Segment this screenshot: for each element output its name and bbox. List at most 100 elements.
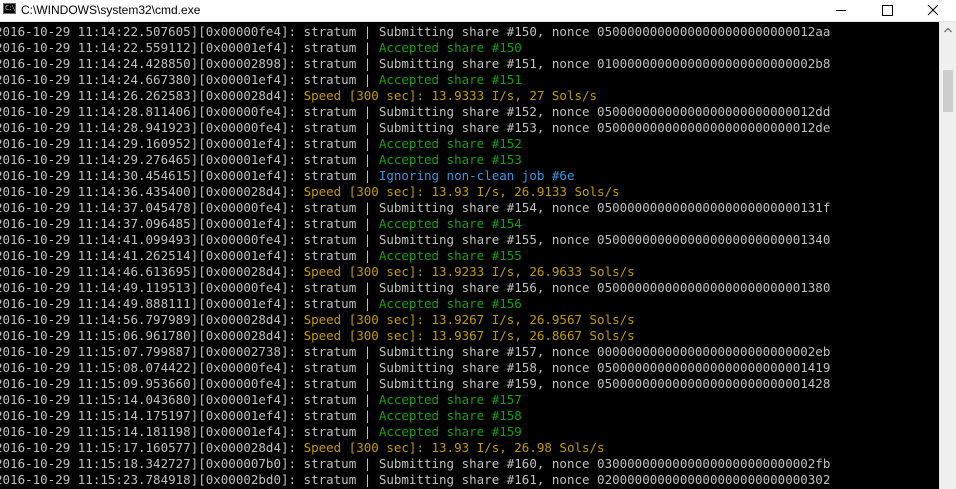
log-prefix: 2016-10-29 11:15:08.074422][0x00000fe4]:… [0, 360, 379, 375]
log-prefix: 2016-10-29 11:14:26.262583][0x000028d4]: [0, 88, 304, 103]
console-line: 2016-10-29 11:15:18.342727][0x000007b0]:… [0, 456, 830, 472]
console-line: 2016-10-29 11:14:46.613695][0x000028d4]:… [0, 264, 830, 280]
maximize-icon [882, 5, 893, 16]
scroll-up-arrow-icon [944, 27, 952, 33]
scroll-thumb[interactable] [943, 70, 953, 113]
log-prefix: 2016-10-29 11:15:14.043680][0x00001ef4]:… [0, 392, 379, 407]
console-line: 2016-10-29 11:14:37.096485][0x00001ef4]:… [0, 216, 830, 232]
log-prefix: 2016-10-29 11:15:07.799887][0x00002738]:… [0, 344, 379, 359]
console-line: 2016-10-29 11:14:56.797989][0x000028d4]:… [0, 312, 830, 328]
log-message: Submitting share #157, nonce 00000000000… [378, 344, 831, 359]
console-line: 2016-10-29 11:15:06.961780][0x000028d4]:… [0, 328, 830, 344]
log-prefix: 2016-10-29 11:15:18.342727][0x000007b0]:… [0, 456, 379, 471]
console-line: 2016-10-29 11:14:26.262583][0x000028d4]:… [0, 88, 830, 104]
log-prefix: 2016-10-29 11:14:56.797989][0x000028d4]: [0, 312, 304, 327]
console-line: 2016-10-29 11:15:08.074422][0x00000fe4]:… [0, 360, 830, 376]
log-message: Submitting share #160, nonce 03000000000… [378, 456, 831, 471]
log-prefix: 2016-10-29 11:14:49.119513][0x00000fe4]:… [0, 280, 379, 295]
log-prefix: 2016-10-29 11:14:46.613695][0x000028d4]: [0, 264, 304, 279]
log-message: Accepted share #150 [378, 40, 522, 55]
log-message: Submitting share #156, nonce 05000000000… [378, 280, 831, 295]
console-line: 2016-10-29 11:14:29.276465][0x00001ef4]:… [0, 152, 830, 168]
console-line: 2016-10-29 11:14:29.160952][0x00001ef4]:… [0, 136, 830, 152]
console-line: 2016-10-29 11:15:14.043680][0x00001ef4]:… [0, 392, 830, 408]
log-message: Submitting share #158, nonce 05000000000… [378, 360, 831, 375]
console-line: 2016-10-29 11:14:41.262514][0x00001ef4]:… [0, 248, 830, 264]
log-message: Accepted share #153 [378, 152, 522, 167]
log-message: Accepted share #159 [378, 424, 522, 439]
log-message: Accepted share #156 [378, 296, 522, 311]
log-message: Speed [300 sec]: 13.93 I/s, 26.9133 Sols… [303, 184, 620, 199]
log-message: Submitting share #161, nonce 02000000000… [378, 472, 831, 487]
log-message: Accepted share #157 [378, 392, 522, 407]
console-line: 2016-10-29 11:15:14.181198][0x00001ef4]:… [0, 424, 830, 440]
minimize-button[interactable] [818, 0, 864, 21]
console-line: 2016-10-29 11:14:49.119513][0x00000fe4]:… [0, 280, 830, 296]
console-line: 2016-10-29 11:15:14.175197][0x00001ef4]:… [0, 408, 830, 424]
console-line: 2016-10-29 11:14:24.428850][0x00002898]:… [0, 56, 830, 72]
console-line: 2016-10-29 11:15:09.953660][0x00000fe4]:… [0, 376, 830, 392]
log-prefix: 2016-10-29 11:14:37.045478][0x00000fe4]:… [0, 200, 379, 215]
log-message: Speed [300 sec]: 13.9233 I/s, 26.9633 So… [303, 264, 635, 279]
console-line: 2016-10-29 11:15:07.799887][0x00002738]:… [0, 344, 830, 360]
log-message: Accepted share #155 [378, 248, 522, 263]
console-lines: 2016-10-29 11:14:22.507605][0x00000fe4]:… [0, 24, 830, 488]
close-icon [927, 4, 939, 16]
log-prefix: 2016-10-29 11:14:29.160952][0x00001ef4]:… [0, 136, 379, 151]
close-button[interactable] [910, 0, 956, 21]
log-prefix: 2016-10-29 11:14:41.262514][0x00001ef4]:… [0, 248, 379, 263]
log-message: Accepted share #158 [378, 408, 522, 423]
log-message: Speed [300 sec]: 13.9333 I/s, 27 Sols/s [303, 88, 598, 103]
log-prefix: 2016-10-29 11:14:22.559112][0x00001ef4]:… [0, 40, 379, 55]
title-bar[interactable]: C:\ C:\WINDOWS\system32\cmd.exe [0, 0, 956, 22]
maximize-button[interactable] [864, 0, 910, 21]
log-message: Accepted share #152 [378, 136, 522, 151]
console-line: 2016-10-29 11:14:41.099493][0x00000fe4]:… [0, 232, 830, 248]
log-message: Submitting share #150, nonce 05000000000… [378, 24, 831, 39]
console-line: 2016-10-29 11:14:22.559112][0x00001ef4]:… [0, 40, 830, 56]
console-line: 2016-10-29 11:14:28.811406][0x00000fe4]:… [0, 104, 830, 120]
log-prefix: 2016-10-29 11:15:06.961780][0x000028d4]: [0, 328, 304, 343]
log-message: Speed [300 sec]: 13.9267 I/s, 26.9567 So… [303, 312, 635, 327]
console-line: 2016-10-29 11:14:37.045478][0x00000fe4]:… [0, 200, 830, 216]
log-prefix: 2016-10-29 11:14:49.888111][0x00001ef4]:… [0, 296, 379, 311]
log-message: Speed [300 sec]: 13.93 I/s, 26.98 Sols/s [303, 440, 605, 455]
cmd-icon[interactable]: C:\ [3, 3, 16, 14]
log-message: Accepted share #154 [378, 216, 522, 231]
log-prefix: 2016-10-29 11:14:41.099493][0x00000fe4]:… [0, 232, 379, 247]
console-line: 2016-10-29 11:14:24.667380][0x00001ef4]:… [0, 72, 830, 88]
log-prefix: 2016-10-29 11:14:24.428850][0x00002898]:… [0, 56, 379, 71]
log-prefix: 2016-10-29 11:15:14.175197][0x00001ef4]:… [0, 408, 379, 423]
window-title: C:\WINDOWS\system32\cmd.exe [21, 3, 201, 17]
log-message: Submitting share #159, nonce 05000000000… [378, 376, 831, 391]
log-prefix: 2016-10-29 11:14:30.454615][0x00001ef4]:… [0, 168, 379, 183]
console-line: 2016-10-29 11:14:22.507605][0x00000fe4]:… [0, 24, 830, 40]
log-message: Submitting share #152, nonce 05000000000… [378, 104, 831, 119]
log-prefix: 2016-10-29 11:14:22.507605][0x00000fe4]:… [0, 24, 379, 39]
log-message: Speed [300 sec]: 13.9367 I/s, 26.8667 So… [303, 328, 635, 343]
log-message: Submitting share #153, nonce 05000000000… [378, 120, 831, 135]
cmd-icon-glyph: C:\ [5, 4, 16, 12]
log-prefix: 2016-10-29 11:15:14.181198][0x00001ef4]:… [0, 424, 379, 439]
scroll-up-button[interactable] [940, 22, 956, 39]
console-line: 2016-10-29 11:15:17.160577][0x000028d4]:… [0, 440, 830, 456]
log-prefix: 2016-10-29 11:14:37.096485][0x00001ef4]:… [0, 216, 379, 231]
console-line: 2016-10-29 11:15:23.784918][0x00002bd0]:… [0, 472, 830, 488]
log-prefix: 2016-10-29 11:14:28.811406][0x00000fe4]:… [0, 104, 379, 119]
log-prefix: 2016-10-29 11:15:09.953660][0x00000fe4]:… [0, 376, 379, 391]
log-prefix: 2016-10-29 11:14:28.941923][0x00000fe4]:… [0, 120, 379, 135]
log-prefix: 2016-10-29 11:14:29.276465][0x00001ef4]:… [0, 152, 379, 167]
console-line: 2016-10-29 11:14:49.888111][0x00001ef4]:… [0, 296, 830, 312]
console-output[interactable]: 2016-10-29 11:14:22.507605][0x00000fe4]:… [0, 22, 939, 489]
console-line: 2016-10-29 11:14:36.435400][0x000028d4]:… [0, 184, 830, 200]
vertical-scrollbar[interactable] [939, 22, 956, 489]
log-message: Submitting share #154, nonce 05000000000… [378, 200, 831, 215]
log-message: Ignoring non-clean job #6e [378, 168, 575, 183]
minimize-icon [836, 10, 846, 11]
log-prefix: 2016-10-29 11:14:24.667380][0x00001ef4]:… [0, 72, 379, 87]
cmd-window: C:\ C:\WINDOWS\system32\cmd.exe 2016-10-… [0, 0, 956, 489]
log-prefix: 2016-10-29 11:15:23.784918][0x00002bd0]:… [0, 472, 379, 487]
log-message: Accepted share #151 [378, 72, 522, 87]
log-message: Submitting share #151, nonce 01000000000… [378, 56, 831, 71]
log-message: Submitting share #155, nonce 05000000000… [378, 232, 831, 247]
